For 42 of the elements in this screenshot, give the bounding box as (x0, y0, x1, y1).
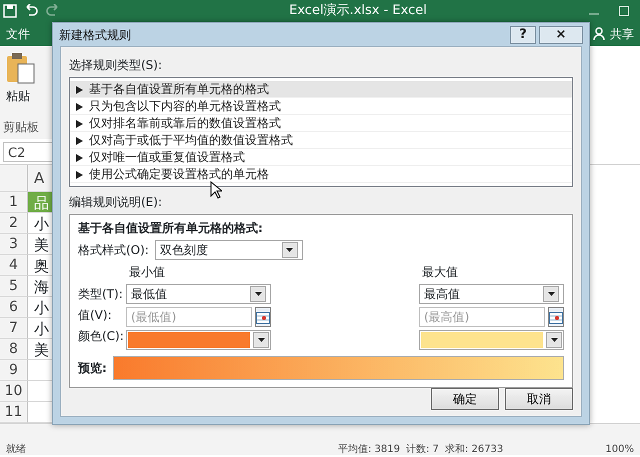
row-header[interactable]: 4 (0, 255, 28, 276)
share-button[interactable]: 共享 (610, 25, 634, 43)
rule-type-item[interactable]: 仅对高于或低于平均值的数值设置格式 (70, 132, 572, 149)
status-text: 就绪 (6, 444, 26, 455)
row-header[interactable]: 6 (0, 297, 28, 318)
row-header[interactable]: 5 (0, 276, 28, 297)
row-header[interactable]: 1 (0, 192, 28, 213)
row-header[interactable]: 11 (0, 402, 28, 423)
status-text: 平均值: 3819 (338, 444, 400, 455)
row-header[interactable]: 7 (0, 318, 28, 339)
rule-type-item[interactable]: 基于各自值设置所有单元格的格式 (70, 81, 572, 98)
row-header[interactable]: 3 (0, 234, 28, 255)
status-text: 求和: 26733 (444, 444, 504, 455)
clipboard-group-label: 剪贴板 (3, 119, 40, 136)
row-header[interactable]: 2 (0, 213, 28, 234)
rule-type-item[interactable]: 只为包含以下内容的单元格设置格式 (70, 98, 572, 115)
preview-label: 预览: (78, 360, 107, 377)
value-field[interactable]: (最低值) (126, 307, 252, 327)
section-label: 选择规则类型(S): (69, 57, 164, 74)
column-heading: 最小值 (128, 264, 166, 281)
value-field[interactable]: (最高值) (419, 307, 545, 327)
column-heading: 最大值 (421, 264, 459, 281)
rule-type-item[interactable]: 使用公式确定要设置格式的单元格 (70, 166, 572, 183)
type-dropdown[interactable]: 最低值 (126, 284, 271, 304)
row-header[interactable]: 8 (0, 339, 28, 360)
rule-type-item[interactable]: 仅对唯一值或重复值设置格式 (70, 149, 572, 166)
zoom-level: 100% (605, 444, 634, 455)
close-button[interactable]: × (539, 26, 583, 44)
type-dropdown[interactable]: 最高值 (419, 284, 564, 304)
status-text: 计数: 7 (406, 444, 439, 455)
column-header[interactable]: A (34, 166, 44, 190)
format-style-dropdown[interactable]: 双色刻度 (154, 240, 303, 260)
help-button[interactable]: ? (510, 26, 536, 44)
rule-type-item[interactable]: 仅对排名靠前或靠后的数值设置格式 (70, 115, 572, 132)
dialog-button[interactable]: 确定 (431, 388, 499, 410)
dialog-title: 新建格式规则 (59, 26, 131, 44)
window-title: Excel演示.xlsx - Excel (289, 3, 427, 18)
row-header[interactable]: 9 (0, 360, 28, 381)
file-tab[interactable]: 文件 (6, 25, 30, 43)
row-header[interactable]: 10 (0, 381, 28, 402)
dialog-button[interactable]: 取消 (505, 388, 573, 410)
paste-button[interactable]: 粘贴 (6, 87, 49, 105)
